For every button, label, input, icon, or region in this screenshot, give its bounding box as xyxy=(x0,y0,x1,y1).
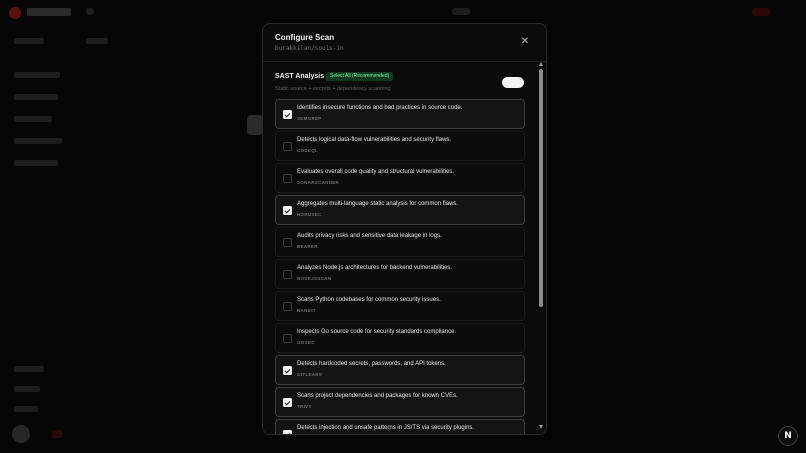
user-avatar xyxy=(12,425,30,443)
tool-checkbox[interactable] xyxy=(283,238,292,247)
tool-name: SEMGREP xyxy=(297,116,322,121)
configure-scan-modal: Configure Scan burakkilan/souls-in ✕ SAS… xyxy=(262,23,547,435)
sidebar-item xyxy=(14,406,38,412)
sidebar-item xyxy=(14,138,62,144)
tool-checkbox[interactable] xyxy=(283,270,292,279)
tool-checkbox[interactable] xyxy=(283,334,292,343)
tool-description: Detects logical data-flow vulnerabilitie… xyxy=(297,137,452,143)
tool-checkbox[interactable] xyxy=(283,206,292,215)
tool-checkbox[interactable] xyxy=(283,398,292,407)
tool-name: SONARSCANNER xyxy=(297,180,340,185)
tool-item[interactable]: Evaluates overall code quality and struc… xyxy=(275,163,525,193)
app-brand xyxy=(27,8,71,16)
tool-item[interactable]: Detects hardcoded secrets, passwords, an… xyxy=(275,355,525,385)
sidebar-item xyxy=(14,386,40,392)
tool-name: GOSEC xyxy=(297,340,315,345)
sidebar-item xyxy=(14,94,58,100)
user-status xyxy=(52,430,62,438)
tool-description: Detects hardcoded secrets, passwords, an… xyxy=(297,361,446,367)
tool-item[interactable]: Identifies insecure functions and bad pr… xyxy=(275,99,525,129)
tool-item[interactable]: Aggregates multi-language static analysi… xyxy=(275,195,525,225)
tool-item[interactable]: Analyzes Node.js architectures for backe… xyxy=(275,259,525,289)
tool-name: BEARER xyxy=(297,244,318,249)
tool-item[interactable]: Scans Python codebases for common securi… xyxy=(275,291,525,321)
close-icon[interactable]: ✕ xyxy=(520,37,530,47)
tool-checkbox[interactable] xyxy=(283,302,292,311)
app-logo xyxy=(9,7,21,19)
tool-description: Audits privacy risks and sensitive data … xyxy=(297,233,442,239)
tool-item[interactable]: Scans project dependencies and packages … xyxy=(275,387,525,417)
modal-title: Configure Scan xyxy=(275,33,335,42)
sidebar-item xyxy=(14,160,58,166)
scrollbar-thumb[interactable] xyxy=(539,69,543,307)
tool-description: Detects injection and unsafe patterns in… xyxy=(297,425,475,431)
tool-checkbox[interactable] xyxy=(283,110,292,119)
tool-name: GITLEAKS xyxy=(297,372,323,377)
tool-description: Identifies insecure functions and bad pr… xyxy=(297,105,463,111)
section-description: Static source + secrets + dependency sca… xyxy=(275,86,391,92)
topbar-badge xyxy=(752,8,770,16)
tool-checkbox[interactable] xyxy=(283,174,292,183)
modal-header: Configure Scan burakkilan/souls-in ✕ xyxy=(263,24,546,62)
tool-description: Analyzes Node.js architectures for backe… xyxy=(297,265,453,271)
modal-subtitle: burakkilan/souls-in xyxy=(275,45,344,52)
tool-name: CODEQL xyxy=(297,148,319,153)
scrollbar[interactable] xyxy=(538,62,544,432)
tool-description: Aggregates multi-language static analysi… xyxy=(297,201,459,207)
tool-description: Scans project dependencies and packages … xyxy=(297,393,458,399)
section-toggle[interactable] xyxy=(502,77,524,88)
tool-description: Inspects Go source code for security sta… xyxy=(297,329,457,335)
tool-checkbox[interactable] xyxy=(283,430,292,434)
sidebar-item xyxy=(14,38,44,44)
sidebar-item xyxy=(14,116,52,122)
section-title: SAST Analysis xyxy=(275,73,325,80)
topbar-item xyxy=(452,8,470,15)
scroll-down-icon[interactable] xyxy=(539,425,543,429)
modal-scroll-area[interactable]: SAST Analysis Select All (Recommended) S… xyxy=(263,62,546,434)
sidebar-item xyxy=(14,72,60,78)
background-card xyxy=(247,115,263,135)
scroll-up-icon[interactable] xyxy=(539,62,543,66)
tool-checkbox[interactable] xyxy=(283,366,292,375)
select-all-button[interactable]: Select All (Recommended) xyxy=(326,72,394,81)
tool-name: BANDIT xyxy=(297,308,316,313)
tool-name: NODEJSSCAN xyxy=(297,276,332,281)
corner-n-button[interactable]: N xyxy=(778,426,798,446)
sidebar-item xyxy=(86,38,108,44)
sidebar-item xyxy=(14,366,44,372)
tool-item[interactable]: Inspects Go source code for security sta… xyxy=(275,323,525,353)
tool-name: HORUSEC xyxy=(297,212,322,217)
tool-name: TRIVY xyxy=(297,404,312,409)
tool-checkbox[interactable] xyxy=(283,142,292,151)
tool-item[interactable]: Detects injection and unsafe patterns in… xyxy=(275,419,525,434)
tool-description: Scans Python codebases for common securi… xyxy=(297,297,441,303)
tool-item[interactable]: Audits privacy risks and sensitive data … xyxy=(275,227,525,257)
tool-item[interactable]: Detects logical data-flow vulnerabilitie… xyxy=(275,131,525,161)
topbar-item xyxy=(86,8,94,15)
tool-description: Evaluates overall code quality and struc… xyxy=(297,169,455,175)
